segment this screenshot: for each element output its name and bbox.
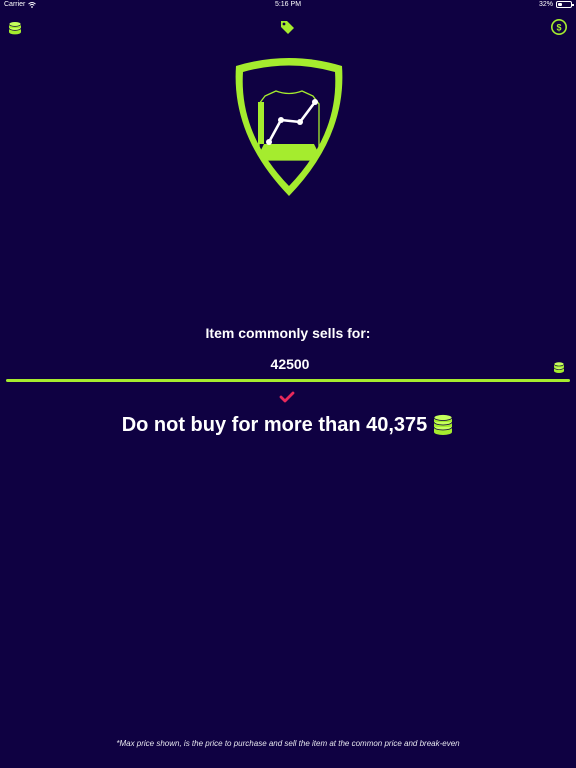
status-bar: Carrier 5:16 PM 32% <box>0 0 576 12</box>
battery-icon <box>556 1 574 8</box>
coin-stack-icon <box>433 414 453 435</box>
max-price-text: Do not buy for more than 40,375 <box>121 413 428 436</box>
coin-dollar-icon[interactable]: $ <box>550 18 568 36</box>
max-price-result: Do not buy for more than 40,375 <box>0 413 576 437</box>
status-time: 5:16 PM <box>274 1 302 8</box>
checkmark-icon <box>279 391 295 403</box>
coin-stack-icon[interactable] <box>6 18 24 36</box>
footnote: *Max price shown, is the price to purcha… <box>116 739 460 748</box>
common-price-input[interactable] <box>188 352 392 376</box>
coin-stack-icon <box>553 361 565 373</box>
battery-percent: 32% <box>538 1 553 8</box>
status-right: 32% <box>538 1 574 8</box>
input-underline <box>6 379 570 382</box>
price-tag-icon[interactable] <box>278 18 296 36</box>
app-logo-shield-icon <box>235 58 343 196</box>
common-price-label: Item commonly sells for: <box>205 325 371 341</box>
battery-fill <box>558 3 562 6</box>
svg-text:$: $ <box>556 23 561 33</box>
